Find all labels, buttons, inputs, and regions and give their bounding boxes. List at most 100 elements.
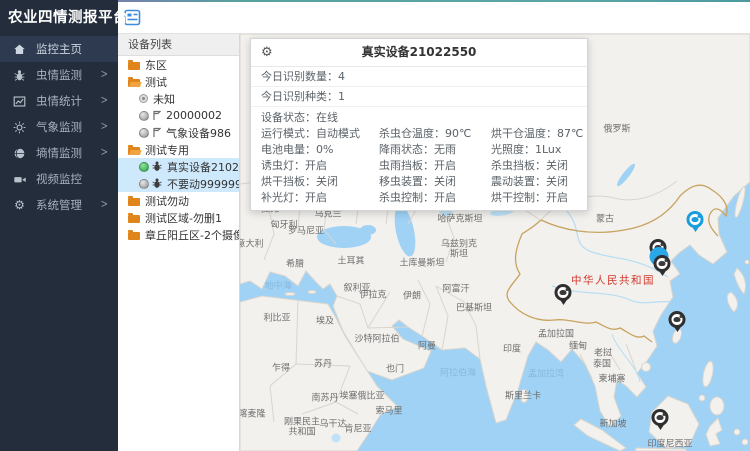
sidebar-item-label: 虫情统计 — [36, 93, 100, 109]
app-title: 农业四情测报平台 — [0, 0, 118, 36]
status-dot-online — [139, 162, 149, 172]
tree-node-label: 测试 — [145, 74, 167, 90]
insect-glyph-icon — [560, 290, 567, 295]
status-dot-offline — [139, 128, 149, 138]
sidebar-item-label: 监控主页 — [36, 41, 118, 57]
popup-grid-cell: 补光灯：开启 — [251, 190, 369, 206]
popup-grid-row: 诱虫灯：开启虫雨挡板：开启杀虫挡板：关闭 — [251, 158, 587, 174]
folder-open-icon — [128, 79, 140, 87]
folder-closed-icon — [128, 215, 140, 223]
insect-glyph-icon — [692, 217, 699, 222]
tree-folder-东区[interactable]: 东区 — [118, 56, 239, 73]
sidebar-item-虫情监测[interactable]: 虫情监测> — [0, 62, 118, 88]
home-icon — [12, 42, 27, 57]
popup-grid-cell: 杀虫仓温度：90℃ — [369, 126, 481, 142]
sidebar-item-墒情监测[interactable]: 墒情监测> — [0, 140, 118, 166]
insect-icon — [12, 68, 27, 83]
device-list-panel: 设备列表 东区测试未知20000002气象设备986测试专用真实设备210225… — [118, 34, 240, 451]
device-tree: 东区测试未知 20000002 气象设备986测试专用真实设备21022550不要动… — [118, 56, 239, 243]
popup-grid-row: 烘干挡板：关闭移虫装置：关闭震动装置：关闭 — [251, 174, 587, 190]
pin-tail — [559, 299, 567, 309]
weather-icon — [12, 120, 27, 135]
tree-folder-测试[interactable]: 测试 — [118, 73, 239, 90]
topbar — [118, 0, 750, 34]
sidebar-item-视频监控[interactable]: 视频监控 — [0, 166, 118, 192]
popup-device-name: 真实设备21022550 — [362, 45, 477, 59]
settings-gear-icon[interactable]: ⚙ — [261, 39, 273, 66]
device-marker[interactable] — [555, 284, 572, 309]
tree-node-label: 测试勿动 — [145, 193, 189, 209]
sidebar-menu: 监控主页虫情监测>虫情统计>气象监测>墒情监测>视频监控⚙系统管理> — [0, 36, 118, 218]
insect-device-icon — [152, 178, 162, 189]
device-marker[interactable] — [669, 311, 686, 336]
popup-grid-cell: 烘干控制：开启 — [481, 190, 587, 206]
tree-node-label: 气象设备986 — [166, 125, 231, 141]
sidebar-item-监控主页[interactable]: 监控主页 — [0, 36, 118, 62]
popup-grid-cell: 杀虫控制：开启 — [369, 190, 481, 206]
tree-device-真实设备21022550[interactable]: 真实设备21022550 — [118, 158, 239, 175]
folder-closed-icon — [128, 198, 140, 206]
tree-folder-测试区域-勿删1[interactable]: 测试区域-勿删1 — [118, 209, 239, 226]
tree-device-未知[interactable]: 未知 — [118, 90, 239, 107]
device-marker[interactable] — [652, 409, 669, 434]
tree-folder-测试专用[interactable]: 测试专用 — [118, 141, 239, 158]
folder-closed-icon — [128, 232, 140, 240]
tree-node-label: 测试区域-勿删1 — [145, 210, 222, 226]
insect-glyph-icon — [674, 317, 681, 322]
insect-glyph-icon — [657, 415, 664, 420]
tree-node-label: 测试专用 — [145, 142, 189, 158]
popup-summary-row: 今日识别种类：1 — [251, 87, 587, 107]
selected-device-marker[interactable] — [687, 211, 704, 236]
popup-grid-cell: 虫雨挡板：开启 — [369, 158, 481, 174]
popup-grid-cell: 烘干仓温度：87℃ — [481, 126, 587, 142]
popup-grid-cell — [481, 110, 587, 126]
status-dot-offline — [139, 179, 149, 189]
device-info-popup: ⚙ 真实设备21022550 今日识别数量：4今日识别种类：1 设备状态：在线运… — [250, 38, 588, 211]
pin-tail — [656, 424, 664, 434]
sidebar-item-label: 墒情监测 — [36, 145, 100, 161]
chevron-right-icon: > — [100, 69, 108, 82]
tree-node-label: 20000002 — [166, 109, 222, 122]
tree-device-不要动99999999[interactable]: 不要动99999999 — [118, 175, 239, 192]
tree-folder-章丘阳丘区-2个摄像头[interactable]: 章丘阳丘区-2个摄像头 — [118, 226, 239, 243]
popup-grid-cell: 震动装置：关闭 — [481, 174, 587, 190]
popup-status-grid: 设备状态：在线运行模式：自动模式杀虫仓温度：90℃烘干仓温度：87℃电池电量：0… — [251, 107, 587, 210]
popup-grid-row: 运行模式：自动模式杀虫仓温度：90℃烘干仓温度：87℃ — [251, 126, 587, 142]
sidebar-item-label: 虫情监测 — [36, 67, 100, 83]
device-halo-marker[interactable] — [654, 255, 671, 280]
folder-open-icon — [128, 147, 140, 155]
chart-icon — [12, 94, 27, 109]
insect-glyph-icon — [659, 261, 666, 266]
gear-icon: ⚙ — [12, 198, 27, 213]
sidebar-item-label: 系统管理 — [36, 197, 100, 213]
insect-device-icon — [152, 161, 162, 172]
tree-device-20000002[interactable]: 20000002 — [118, 107, 239, 124]
globe-icon — [12, 146, 27, 161]
topbar-accent-line — [118, 0, 750, 2]
sidebar-item-气象监测[interactable]: 气象监测> — [0, 114, 118, 140]
tree-node-label: 真实设备21022550 — [167, 159, 239, 175]
popup-summary-row: 今日识别数量：4 — [251, 67, 587, 87]
sidebar: 农业四情测报平台 监控主页虫情监测>虫情统计>气象监测>墒情监测>视频监控⚙系统… — [0, 0, 118, 451]
popup-grid-row: 电池电量：0%降雨状态：无雨光照度：1Lux — [251, 142, 587, 158]
tree-node-label: 未知 — [153, 91, 175, 107]
tree-node-label: 东区 — [145, 57, 167, 73]
popup-grid-cell: 电池电量：0% — [251, 142, 369, 158]
tree-folder-测试勿动[interactable]: 测试勿动 — [118, 192, 239, 209]
popup-grid-cell: 烘干挡板：关闭 — [251, 174, 369, 190]
location-disc-icon — [139, 94, 148, 103]
popup-grid-cell: 运行模式：自动模式 — [251, 126, 369, 142]
popup-grid-cell — [369, 110, 481, 126]
chevron-right-icon: > — [100, 95, 108, 108]
sidebar-item-虫情统计[interactable]: 虫情统计> — [0, 88, 118, 114]
sidebar-item-label: 气象监测 — [36, 119, 100, 135]
tree-device-气象设备986[interactable]: 气象设备986 — [118, 124, 239, 141]
popup-title: ⚙ 真实设备21022550 — [251, 39, 587, 67]
popup-grid-cell: 移虫装置：关闭 — [369, 174, 481, 190]
folder-closed-icon — [128, 62, 140, 70]
popup-grid-row: 补光灯：开启杀虫控制：开启烘干控制：开启 — [251, 190, 587, 206]
tree-node-label: 不要动99999999 — [167, 176, 239, 192]
popup-grid-cell: 降雨状态：无雨 — [369, 142, 481, 158]
popup-grid-cell: 设备状态：在线 — [251, 110, 369, 126]
sidebar-item-系统管理[interactable]: ⚙系统管理> — [0, 192, 118, 218]
